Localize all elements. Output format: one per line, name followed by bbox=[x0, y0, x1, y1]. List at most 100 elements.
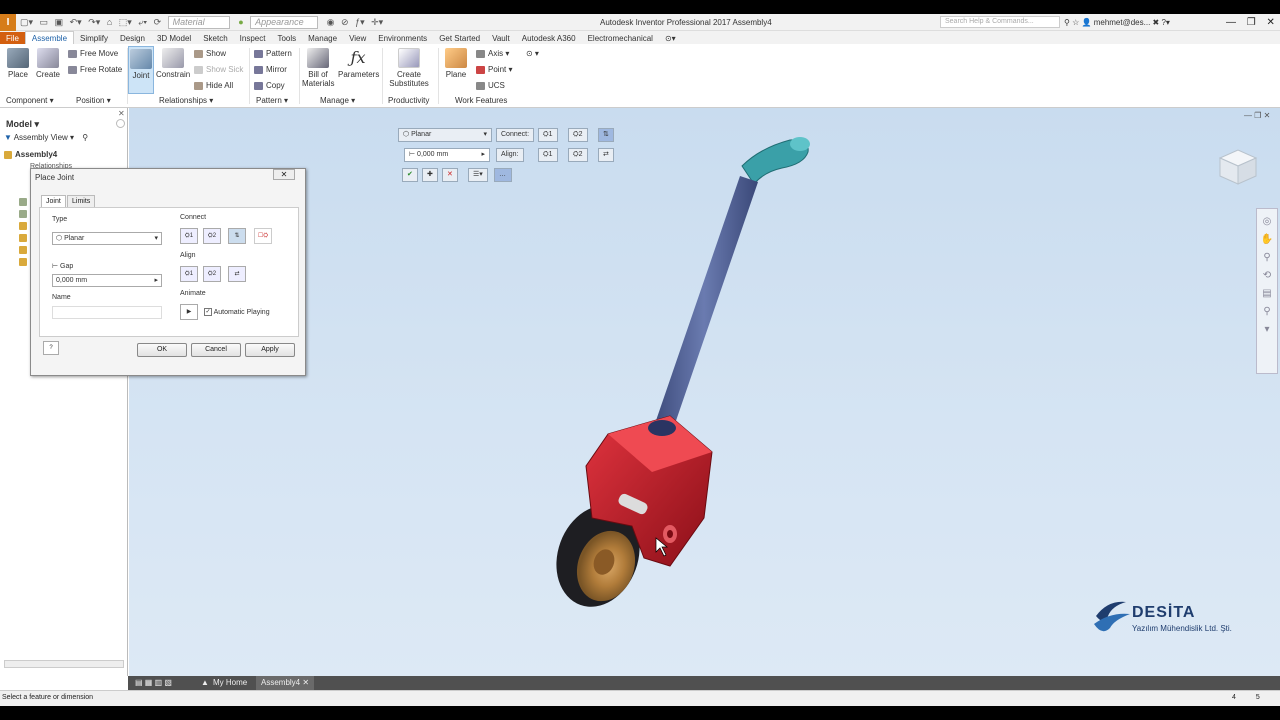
create-button[interactable]: Create bbox=[34, 48, 62, 79]
tab-my-home[interactable]: My Home bbox=[208, 676, 252, 690]
mirror-button[interactable]: Mirror bbox=[254, 62, 287, 77]
connect-origin-2-icon[interactable]: ⛭2 bbox=[203, 228, 221, 244]
group-pattern[interactable]: Pattern ▾ bbox=[256, 96, 288, 105]
binoculars-browser-icon[interactable]: ⚲ bbox=[82, 133, 88, 142]
group-component[interactable]: Component ▾ bbox=[6, 96, 54, 105]
3d-model-scooter[interactable] bbox=[520, 126, 840, 626]
close-tab-icon[interactable]: ✕ bbox=[302, 678, 309, 687]
zoom-all-icon[interactable]: ⚲ bbox=[1257, 303, 1277, 321]
model-browser-header[interactable]: Model ▾ bbox=[6, 119, 39, 130]
zoom-icon[interactable]: ⚲ bbox=[1257, 249, 1277, 267]
plane-button[interactable]: Plane bbox=[442, 48, 470, 79]
tree-item-icon[interactable] bbox=[19, 210, 27, 218]
point-button[interactable]: Point ▾ bbox=[476, 62, 512, 77]
show-button[interactable]: Show bbox=[194, 46, 226, 61]
free-rotate-button[interactable]: Free Rotate bbox=[68, 62, 122, 77]
dialog-help-icon[interactable]: ? bbox=[43, 341, 59, 355]
gap-input[interactable]: 0,000 mm ▸ bbox=[52, 274, 162, 287]
undo-icon[interactable]: ↶▾ bbox=[70, 14, 82, 30]
mini-type-combo[interactable]: ⬡ Planar ▾ bbox=[398, 128, 492, 142]
ucs-button[interactable]: UCS bbox=[476, 78, 505, 93]
appearance-combo[interactable]: Appearance bbox=[250, 16, 319, 30]
user-icon[interactable]: 👤 bbox=[1082, 18, 1092, 27]
measure-icon[interactable]: ƒ▾ bbox=[355, 14, 365, 30]
constrain-button[interactable]: Constrain bbox=[156, 48, 190, 79]
checkbox-checked-icon[interactable]: ✓ bbox=[204, 308, 212, 316]
show-sick-button[interactable]: Show Sick bbox=[194, 62, 243, 77]
open-icon[interactable]: ▭ bbox=[40, 14, 49, 30]
align-2-icon[interactable]: ⛭2 bbox=[203, 266, 221, 282]
free-move-button[interactable]: Free Move bbox=[68, 46, 118, 61]
align-1-icon[interactable]: ⛭1 bbox=[180, 266, 198, 282]
tree-part-icon[interactable] bbox=[19, 246, 27, 254]
connect-flip-icon[interactable]: ⇅ bbox=[228, 228, 246, 244]
group-work-features[interactable]: Work Features bbox=[455, 96, 507, 105]
ok-button[interactable]: OK bbox=[137, 343, 187, 357]
appearance-icon[interactable]: ● bbox=[238, 14, 243, 30]
update-icon[interactable]: ⟳ bbox=[154, 14, 162, 30]
restore-button[interactable]: ❐ bbox=[1247, 17, 1256, 28]
tree-part-icon[interactable] bbox=[19, 234, 27, 242]
ribbon-extra-icon[interactable]: ⊙ ▾ bbox=[526, 46, 539, 61]
mini-cancel-icon[interactable]: ✕ bbox=[442, 168, 458, 182]
viewcube-icon[interactable] bbox=[1212, 140, 1262, 190]
connect-lock-icon[interactable]: ☐⛭ bbox=[254, 228, 272, 244]
navbar-more-icon[interactable]: ▾ bbox=[1257, 321, 1277, 339]
help-search-input[interactable]: Search Help & Commands... bbox=[940, 16, 1060, 28]
name-input[interactable] bbox=[52, 306, 162, 319]
group-relationships[interactable]: Relationships ▾ bbox=[159, 96, 213, 105]
clear-icon[interactable]: ⊘ bbox=[341, 14, 349, 30]
joint-button[interactable]: Joint bbox=[128, 46, 154, 94]
tree-part-icon[interactable] bbox=[19, 222, 27, 230]
copy-button[interactable]: Copy bbox=[254, 78, 285, 93]
save-icon[interactable]: ▣ bbox=[55, 14, 64, 30]
minimize-button[interactable]: — bbox=[1226, 17, 1236, 28]
mini-ok-icon[interactable]: ✔ bbox=[402, 168, 418, 182]
tab-assembly4[interactable]: Assembly4 ✕ bbox=[256, 676, 315, 690]
tree-root-assembly[interactable]: Assembly4 bbox=[4, 150, 57, 159]
cancel-button[interactable]: Cancel bbox=[191, 343, 241, 357]
select-icon[interactable]: ⬚▾ bbox=[119, 14, 132, 30]
filter-icon[interactable]: ▼ bbox=[4, 133, 12, 142]
look-at-icon[interactable]: ▤ bbox=[1257, 285, 1277, 303]
orbit-icon[interactable]: ⟲ bbox=[1257, 267, 1277, 285]
group-position[interactable]: Position ▾ bbox=[76, 96, 111, 105]
return-icon[interactable]: ⤶▾ bbox=[138, 14, 147, 30]
auto-playing-checkbox[interactable]: ✓ Automatic Playing bbox=[204, 308, 270, 316]
close-button[interactable]: ✕ bbox=[1267, 17, 1275, 28]
bom-button[interactable]: Bill of Materials bbox=[302, 48, 334, 88]
mini-gap-input[interactable]: ⊢ 0,000 mm ▸ bbox=[404, 148, 490, 162]
parameters-button[interactable]: ƒx Parameters bbox=[338, 48, 379, 79]
binoculars-icon[interactable]: ⚲ bbox=[1064, 18, 1072, 27]
browser-add-icon[interactable] bbox=[116, 119, 125, 128]
tree-item-icon[interactable] bbox=[19, 198, 27, 206]
material-combo[interactable]: Material bbox=[167, 16, 230, 30]
new-icon[interactable]: ▢▾ bbox=[20, 14, 33, 30]
type-select[interactable]: ⬡ Planar ▾ bbox=[52, 232, 162, 245]
mini-apply-icon[interactable]: ✚ bbox=[422, 168, 438, 182]
help-icon[interactable]: ?▾ bbox=[1161, 18, 1169, 27]
dialog-close-button[interactable]: ✕ bbox=[273, 169, 295, 180]
tab-assemble[interactable]: Assemble bbox=[24, 31, 75, 45]
align-flip-icon[interactable]: ⇄ bbox=[228, 266, 246, 282]
mini-options-icon[interactable]: ☰▾ bbox=[468, 168, 488, 182]
pattern-button[interactable]: Pattern bbox=[254, 46, 292, 61]
browser-close-icon[interactable]: ✕ bbox=[118, 109, 125, 118]
assembly-view-selector[interactable]: ▼ Assembly View ▾ ⚲ bbox=[4, 133, 88, 142]
ucs-icon[interactable]: ✛▾ bbox=[371, 14, 383, 30]
user-name[interactable]: mehmet@des... bbox=[1094, 18, 1151, 27]
steering-wheel-icon[interactable]: ◎ bbox=[1257, 213, 1277, 231]
pan-icon[interactable]: ✋ bbox=[1257, 231, 1277, 249]
adjust-icon[interactable]: ◉ bbox=[327, 14, 335, 30]
app-logo-icon[interactable]: I bbox=[0, 14, 16, 31]
tile-windows-icon[interactable]: ▤ ▦ ▥ ▧ bbox=[130, 676, 177, 690]
home-icon[interactable]: ⌂ bbox=[107, 14, 112, 30]
redo-icon[interactable]: ↷▾ bbox=[88, 14, 100, 30]
play-icon[interactable]: ▶ bbox=[180, 304, 198, 320]
browser-scrollbar[interactable] bbox=[4, 660, 124, 668]
axis-button[interactable]: Axis ▾ bbox=[476, 46, 509, 61]
mini-grip-icon[interactable]: … bbox=[494, 168, 512, 182]
group-manage[interactable]: Manage ▾ bbox=[320, 96, 355, 105]
create-substitutes-button[interactable]: Create Substitutes bbox=[386, 48, 432, 88]
viewport-window-controls[interactable]: — ❐ ✕ bbox=[1244, 111, 1270, 120]
